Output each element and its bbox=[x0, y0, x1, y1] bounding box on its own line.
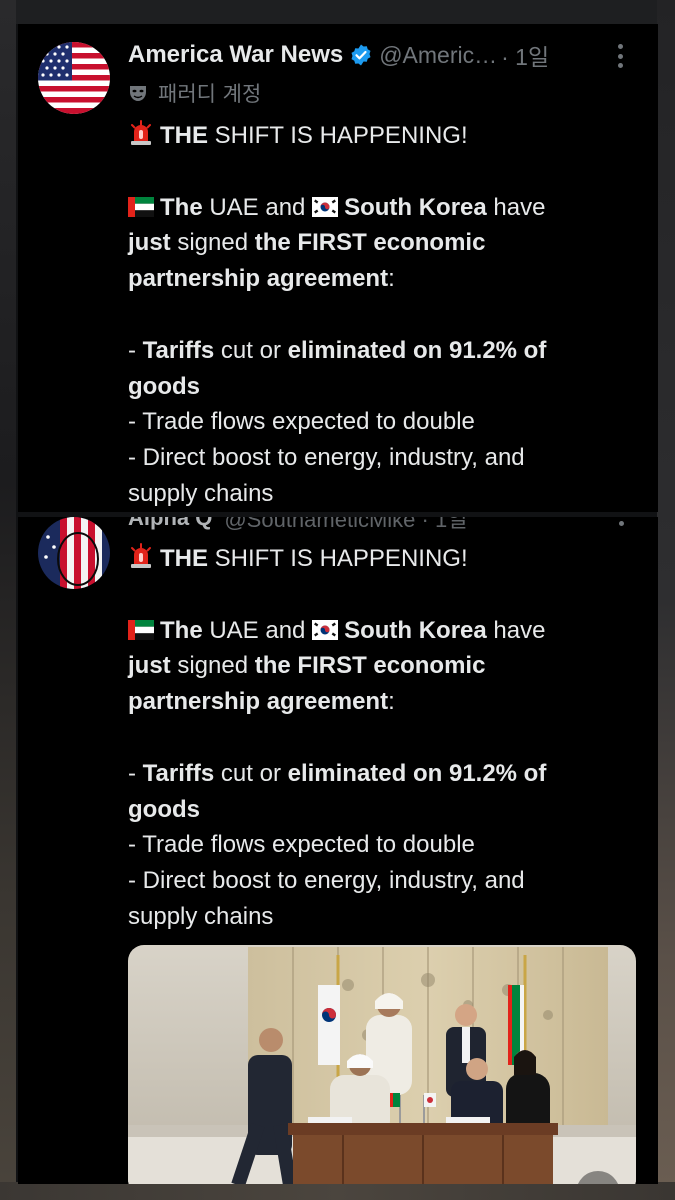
photo-frame-top bbox=[0, 0, 675, 24]
avatar-flag-face[interactable] bbox=[38, 517, 110, 589]
more-options-icon[interactable] bbox=[618, 44, 624, 68]
timestamp[interactable]: · 1일 bbox=[501, 38, 549, 72]
display-name[interactable]: America War News bbox=[128, 41, 343, 69]
south-korea-flag-icon bbox=[312, 196, 339, 217]
handle[interactable]: @Americ… bbox=[379, 42, 497, 69]
tweet-header: America War News @Americ… · 1일 bbox=[128, 38, 648, 72]
handle[interactable]: @SouthameticMike · 1일 bbox=[224, 517, 467, 534]
parody-mask-icon bbox=[130, 86, 146, 101]
photo-frame-right bbox=[657, 0, 675, 1200]
siren-emoji-icon bbox=[131, 543, 151, 568]
uae-flag-icon bbox=[128, 619, 154, 640]
parody-text: 패러디 계정 bbox=[158, 82, 262, 106]
parody-account-label: 패러디 계정 bbox=[128, 78, 261, 108]
photo-frame-left bbox=[0, 0, 16, 1200]
tweet-header-cut: Alpha Q @SouthameticMike · 1일 bbox=[128, 517, 467, 533]
uae-flag-icon bbox=[128, 196, 154, 217]
photo-frame-bottom bbox=[0, 1182, 675, 1200]
more-options-icon[interactable] bbox=[619, 521, 624, 526]
siren-emoji-icon bbox=[131, 120, 151, 145]
tweet-text: THE SHIFT IS HAPPENING! The UAE and Sout… bbox=[128, 120, 547, 507]
display-name[interactable]: Alpha Q bbox=[128, 517, 212, 531]
tweet-text: THE SHIFT IS HAPPENING! The UAE and Sout… bbox=[128, 543, 547, 930]
avatar-us-flag[interactable] bbox=[38, 42, 110, 114]
tweet-card-2[interactable]: Alpha Q @SouthameticMike · 1일 THE SHIFT … bbox=[18, 517, 658, 1184]
signing-ceremony-photo[interactable] bbox=[128, 945, 636, 1184]
verified-badge-icon bbox=[351, 44, 371, 66]
tweet-card-1[interactable]: America War News @Americ… · 1일 패러디 계정 TH… bbox=[18, 24, 658, 512]
south-korea-flag-icon bbox=[312, 619, 339, 640]
